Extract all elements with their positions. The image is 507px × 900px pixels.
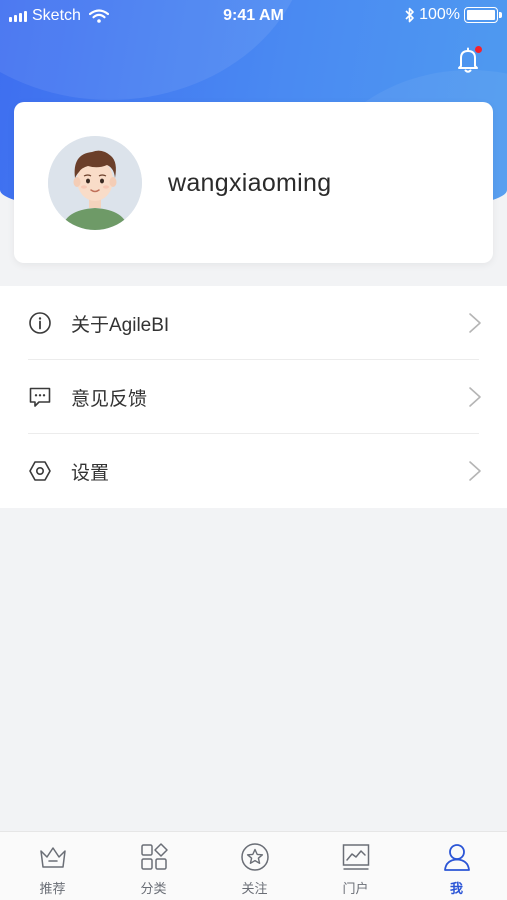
avatar-illustration	[48, 136, 142, 230]
battery-icon	[464, 7, 502, 23]
settings-icon	[29, 461, 51, 481]
tab-category[interactable]: 分类	[103, 832, 204, 900]
tab-label: 关注	[241, 881, 268, 896]
feedback-icon	[29, 387, 51, 407]
notification-badge-dot	[475, 46, 482, 53]
username: wangxiaoming	[168, 169, 332, 197]
chevron-right-icon	[469, 461, 481, 481]
status-bar: Sketch 9:41 AM 100%	[0, 0, 507, 32]
user-icon	[444, 844, 470, 871]
avatar[interactable]	[48, 136, 142, 230]
menu-item-about[interactable]: 关于AgileBI	[0, 286, 507, 360]
menu-item-label: 关于AgileBI	[71, 315, 170, 336]
notification-bell-button[interactable]	[452, 44, 484, 76]
bottom-tab-bar: 推荐 分类 关注 门户 我	[0, 831, 507, 900]
menu-item-label: 设置	[71, 463, 110, 484]
chevron-right-icon	[469, 387, 481, 407]
menu-item-settings[interactable]: 设置	[0, 434, 507, 508]
tab-me[interactable]: 我	[406, 832, 507, 900]
tab-label: 我	[449, 881, 463, 896]
crown-icon	[40, 847, 66, 868]
info-icon	[29, 312, 51, 334]
tab-label: 推荐	[39, 881, 66, 896]
star-icon	[241, 843, 269, 871]
profile-card[interactable]: wangxiaoming	[14, 102, 493, 263]
tab-label: 门户	[342, 881, 369, 896]
tab-recommend[interactable]: 推荐	[2, 832, 103, 900]
chart-icon	[342, 844, 370, 870]
category-icon	[141, 843, 168, 870]
tab-follow[interactable]: 关注	[204, 832, 305, 900]
chevron-right-icon	[469, 313, 481, 333]
menu-item-feedback[interactable]: 意见反馈	[0, 360, 507, 434]
bluetooth-icon	[405, 7, 414, 23]
settings-menu: 关于AgileBI 意见反馈 设置	[0, 286, 507, 508]
tab-label: 分类	[140, 881, 167, 896]
menu-item-label: 意见反馈	[71, 389, 148, 410]
tab-portal[interactable]: 门户	[305, 832, 406, 900]
battery-percentage: 100%	[419, 6, 460, 23]
status-bar-right: 100%	[405, 6, 502, 24]
